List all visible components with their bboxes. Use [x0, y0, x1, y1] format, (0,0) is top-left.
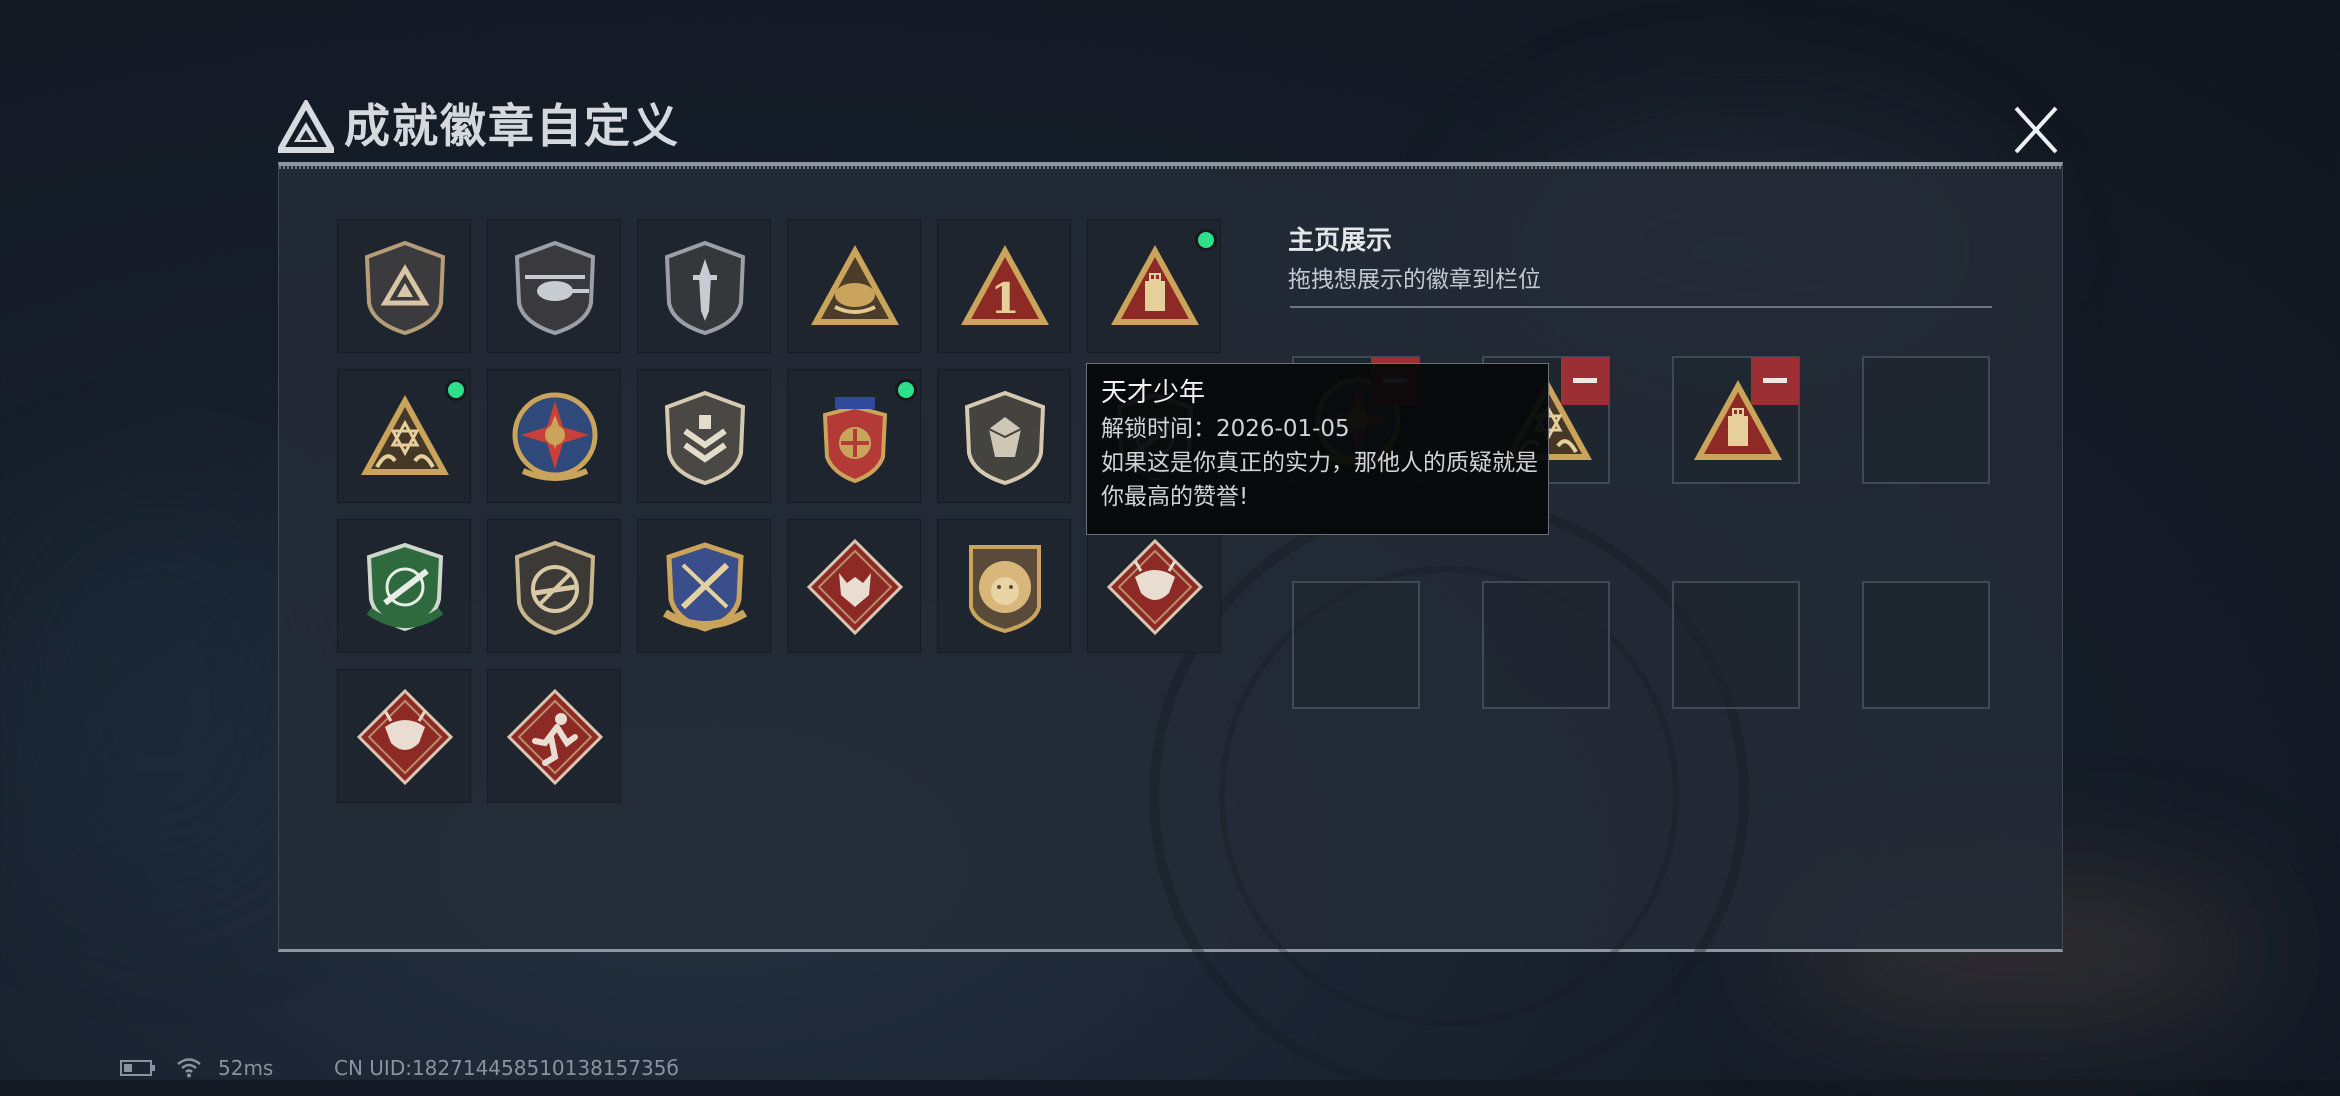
badge-cell[interactable] — [487, 219, 621, 353]
badge-cell[interactable] — [787, 519, 921, 653]
green-crosshair-rifle-badge-icon — [366, 542, 444, 632]
chevron-shield-badge-icon — [664, 390, 746, 486]
wolf-diamond-badge-icon — [806, 538, 904, 636]
close-icon — [2014, 106, 2058, 154]
close-button[interactable] — [2006, 96, 2066, 162]
helicopter-shield-badge-icon — [514, 240, 596, 336]
divider — [1290, 306, 1992, 308]
badge-cell[interactable] — [337, 669, 471, 803]
showcase-slot-empty[interactable] — [1862, 581, 1990, 709]
eagle-triangle-badge-icon — [811, 245, 899, 325]
badge-cell[interactable] — [937, 519, 1071, 653]
number-one-triangle-badge-icon: 1 — [961, 245, 1049, 325]
usb-triangle-badge-icon — [1111, 245, 1199, 325]
badge-cell[interactable] — [937, 369, 1071, 503]
dialog-title: 成就徽章自定义 — [344, 99, 680, 153]
delta-logo-icon — [278, 100, 334, 153]
badge-tooltip: 天才少年 解锁时间：2026-01-05 如果这是你真正的实力，那他人的质疑就是… — [1086, 363, 1549, 535]
badge-cell[interactable] — [487, 519, 621, 653]
background-glow — [0, 500, 320, 900]
showcase-slot-empty[interactable] — [1482, 581, 1610, 709]
new-badge-indicator — [445, 379, 467, 401]
dragon-diamond-badge-icon — [1106, 538, 1204, 636]
remove-badge-button[interactable] — [1561, 357, 1609, 405]
showcase-slot-empty[interactable] — [1862, 356, 1990, 484]
tooltip-badge-name: 天才少年 — [1101, 378, 1206, 408]
showcase-hint: 拖拽想展示的徽章到栏位 — [1288, 267, 1541, 293]
showcase-slot-empty[interactable] — [1672, 581, 1800, 709]
showcase-slot-empty[interactable] — [1292, 581, 1420, 709]
badge-cell[interactable] — [1087, 519, 1221, 653]
badge-cell[interactable] — [487, 369, 621, 503]
dagger-shield-badge-icon — [664, 240, 746, 336]
badge-cell[interactable] — [337, 369, 471, 503]
new-badge-indicator — [895, 379, 917, 401]
user-uid: CN UID:18271445851013815735б — [334, 1056, 679, 1080]
tooltip-unlock-time: 解锁时间：2026-01-05 — [1101, 416, 1350, 442]
blue-crossed-weapons-badge-icon — [662, 542, 748, 632]
svg-text:1: 1 — [990, 274, 1019, 323]
battery-icon — [120, 1060, 155, 1076]
watermark-emblem — [1149, 496, 1749, 1096]
badge-cell[interactable] — [787, 219, 921, 353]
no-gun-shield-badge-icon — [514, 540, 596, 636]
dragon-diamond-badge-icon — [356, 688, 454, 786]
badge-cell[interactable] — [487, 669, 621, 803]
dialog-header: 成就徽章自定义 — [278, 92, 2066, 164]
tooltip-description: 如果这是你真正的实力，那他人的质疑就是你最高的赞誉! — [1101, 450, 1538, 510]
delta-shield-badge-icon — [364, 240, 446, 336]
showcase-slot-filled[interactable] — [1672, 356, 1800, 484]
star-compass-badge-icon — [512, 392, 598, 481]
latency-readout: 52ms — [218, 1056, 274, 1080]
gem-shield-badge-icon — [964, 390, 1046, 486]
badge-cell[interactable] — [1087, 219, 1221, 353]
wifi-icon — [177, 1058, 201, 1078]
runner-diamond-badge-icon — [506, 688, 604, 786]
remove-badge-button[interactable] — [1751, 357, 1799, 405]
badge-cell[interactable] — [337, 519, 471, 653]
badge-cell[interactable] — [637, 519, 771, 653]
new-badge-indicator — [1195, 229, 1217, 251]
hexagram-hands-triangle-badge-icon — [361, 395, 449, 475]
wings-laurel-badge-icon — [822, 397, 888, 484]
showcase-title: 主页展示 — [1288, 226, 1393, 256]
badge-cell[interactable] — [637, 369, 771, 503]
badge-cell[interactable] — [787, 369, 921, 503]
lion-shield-badge-icon — [969, 545, 1041, 634]
badge-cell[interactable] — [337, 219, 471, 353]
badge-cell[interactable]: 1 — [937, 219, 1071, 353]
badge-cell[interactable] — [637, 219, 771, 353]
